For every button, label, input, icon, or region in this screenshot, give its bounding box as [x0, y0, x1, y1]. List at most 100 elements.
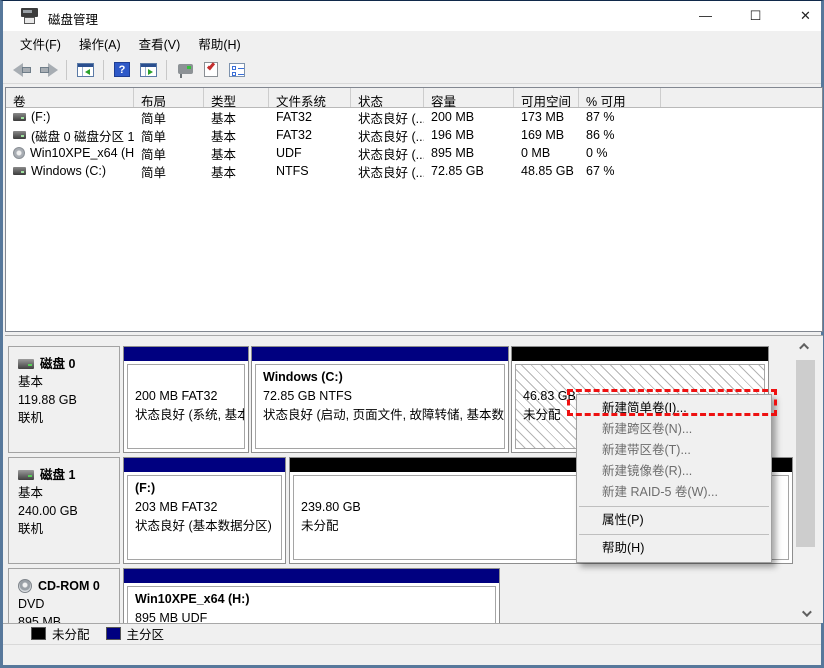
window-title: 磁盘管理 [48, 13, 99, 27]
drive-icon [13, 131, 26, 139]
cell-fs: UDF [276, 146, 302, 160]
disk-icon [18, 359, 34, 369]
table-row[interactable]: (磁盘 0 磁盘分区 1) 简单 基本 FAT32 状态良好 (... 196 … [6, 126, 822, 144]
console-tree-icon[interactable] [72, 58, 98, 82]
partition-disk1-f[interactable]: (F:) 203 MB FAT32 状态良好 (基本数据分区) [123, 457, 286, 564]
volume-list-pane: 卷 布局 类型 文件系统 状态 容量 可用空间 % 可用 (F:) 简单 基本 … [5, 87, 823, 332]
disk0-label[interactable]: 磁盘 0 基本 119.88 GB 联机 [8, 346, 120, 453]
partition-cdrom-h[interactable]: Win10XPE_x64 (H:) 895 MB UDF [123, 568, 500, 623]
partition-name [135, 368, 244, 387]
toolbar-separator [166, 59, 167, 80]
volume-name: (F:) [31, 110, 51, 124]
disk-size: 240.00 GB [18, 504, 78, 518]
cell-capacity: 72.85 GB [431, 164, 484, 178]
legend-bar: 未分配 主分区 [3, 623, 821, 642]
column-header-type[interactable]: 类型 [204, 88, 269, 107]
disk1-label[interactable]: 磁盘 1 基本 240.00 GB 联机 [8, 457, 120, 564]
cell-fs: FAT32 [276, 128, 312, 142]
toolbar-separator [66, 59, 67, 80]
cell-type: 基本 [211, 129, 237, 144]
scroll-up-icon[interactable] [796, 338, 815, 355]
partition-size-fs: 200 MB FAT32 [135, 389, 218, 403]
partition-name: Win10XPE_x64 (H:) [135, 592, 250, 606]
maximize-button[interactable]: ☐ [733, 1, 778, 31]
disk-icon [18, 470, 34, 480]
cell-layout: 简单 [141, 165, 167, 180]
legend-label: 未分配 [52, 627, 90, 642]
cell-type: 基本 [211, 165, 237, 180]
menu-item-new-striped-volume: 新建带区卷(T)... [602, 443, 691, 457]
column-header-status[interactable]: 状态 [351, 88, 424, 107]
column-header-capacity[interactable]: 容量 [424, 88, 514, 107]
menu-item-new-mirrored-volume: 新建镜像卷(R)... [602, 464, 693, 478]
menu-separator [579, 534, 769, 535]
cell-fs: NTFS [276, 164, 309, 178]
menu-file[interactable]: 文件(F) [11, 31, 70, 56]
minimize-button[interactable]: — [683, 1, 728, 31]
cell-layout: 简单 [141, 147, 167, 162]
column-header-empty [661, 88, 822, 107]
drive-icon [13, 167, 26, 175]
title-bar: 磁盘管理 — ☐ ✕ [3, 1, 821, 31]
cell-capacity: 200 MB [431, 110, 475, 124]
disk-management-window: 磁盘管理 — ☐ ✕ 文件(F) 操作(A) 查看(V) 帮助(H) ? 卷 布… [0, 0, 824, 668]
cell-pct: 0 % [586, 146, 608, 160]
column-header-volume[interactable]: 卷 [6, 88, 134, 107]
cell-pct: 86 % [586, 128, 615, 142]
menu-view[interactable]: 查看(V) [130, 31, 190, 56]
menu-item-properties[interactable]: 属性(P) [577, 510, 771, 531]
action-pane-icon[interactable] [135, 58, 161, 82]
cell-pct: 87 % [586, 110, 615, 124]
disk-size: 119.88 GB [18, 393, 77, 407]
partition-name: Windows (C:) [263, 370, 343, 384]
disk-status: 联机 [18, 522, 44, 536]
cell-status: 状态良好 (... [358, 129, 424, 144]
menu-item-new-spanned-volume: 新建跨区卷(N)... [602, 422, 693, 436]
disk-type: 基本 [18, 486, 44, 500]
column-header-free[interactable]: 可用空间 [514, 88, 579, 107]
column-header-layout[interactable]: 布局 [134, 88, 204, 107]
help-icon[interactable]: ? [109, 58, 135, 82]
forward-arrow-icon[interactable] [35, 58, 61, 82]
scrollbar-thumb[interactable] [796, 360, 815, 547]
menu-bar: 文件(F) 操作(A) 查看(V) 帮助(H) [3, 31, 821, 56]
primary-partition-bar [124, 347, 248, 361]
cell-capacity: 895 MB [431, 146, 475, 160]
disk-type: 基本 [18, 375, 44, 389]
cell-status: 状态良好 (... [358, 165, 424, 180]
partition-disk0-windows-c[interactable]: Windows (C:) 72.85 GB NTFS 状态良好 (启动, 页面文… [251, 346, 509, 453]
primary-partition-bar [124, 569, 499, 583]
cd-icon [13, 147, 25, 159]
disk-status: 联机 [18, 411, 44, 425]
check-document-icon[interactable] [198, 58, 224, 82]
legend-primary: 主分区 [105, 624, 164, 643]
table-row[interactable]: (F:) 简单 基本 FAT32 状态良好 (... 200 MB 173 MB… [6, 108, 822, 126]
cdrom-label[interactable]: CD-ROM 0 DVD 895 MB [8, 568, 120, 623]
cell-type: 基本 [211, 147, 237, 162]
popup-icon[interactable] [172, 58, 198, 82]
cell-layout: 简单 [141, 111, 167, 126]
table-row[interactable]: Windows (C:) 简单 基本 NTFS 状态良好 (... 72.85 … [6, 162, 822, 180]
menu-item-help[interactable]: 帮助(H) [577, 538, 771, 559]
partition-disk0-system[interactable]: 200 MB FAT32 状态良好 (系统, 基本 [123, 346, 249, 453]
status-bar [3, 644, 821, 665]
scroll-down-icon[interactable] [796, 605, 815, 622]
menu-action[interactable]: 操作(A) [70, 31, 130, 56]
volume-name: Windows (C:) [31, 164, 107, 178]
column-header-pct-free[interactable]: % 可用 [579, 88, 661, 107]
vertical-scrollbar[interactable] [796, 338, 815, 622]
primary-partition-bar [124, 458, 285, 472]
cell-status: 状态良好 (... [358, 147, 424, 162]
cell-pct: 67 % [586, 164, 615, 178]
back-arrow-icon[interactable] [9, 58, 35, 82]
toolbar-separator [103, 59, 104, 80]
partition-size-fs: 72.85 GB NTFS [263, 389, 352, 403]
table-row[interactable]: Win10XPE_x64 (H:) 简单 基本 UDF 状态良好 (... 89… [6, 144, 822, 162]
cell-type: 基本 [211, 111, 237, 126]
column-header-filesystem[interactable]: 文件系统 [269, 88, 351, 107]
menu-help[interactable]: 帮助(H) [189, 31, 249, 56]
close-button[interactable]: ✕ [783, 1, 824, 31]
cd-icon [18, 579, 32, 593]
checklist-icon[interactable] [224, 58, 250, 82]
menu-separator [579, 506, 769, 507]
